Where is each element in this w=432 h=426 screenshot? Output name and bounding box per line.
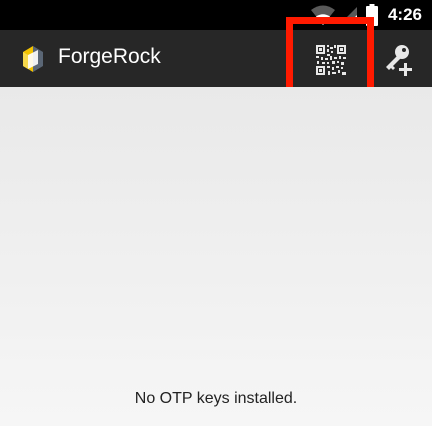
app-screen: 4:26 ForgeRock No OTP keys installed. (0, 0, 432, 426)
status-clock: 4:26 (387, 5, 422, 24)
scan-qr-code-button[interactable] (299, 38, 363, 82)
add-key-button[interactable] (376, 38, 420, 82)
app-title: ForgeRock (58, 45, 161, 68)
forgerock-logo-icon (23, 46, 43, 72)
signal-icon (341, 7, 357, 23)
key-list-area: No OTP keys installed. (0, 87, 432, 426)
wifi-icon (311, 5, 335, 25)
action-bar: ForgeRock (0, 30, 432, 87)
battery-icon (366, 4, 378, 26)
empty-state-message: No OTP keys installed. (134, 390, 298, 407)
status-bar: 4:26 (0, 0, 432, 30)
key-add-icon (386, 45, 412, 76)
qr-code-icon (316, 45, 346, 75)
